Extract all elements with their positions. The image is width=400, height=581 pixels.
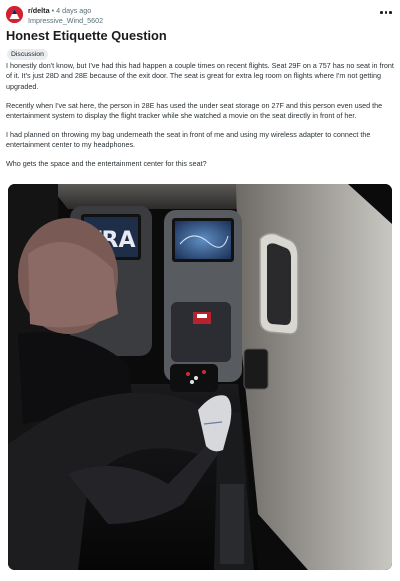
post-paragraph: I had planned on throwing my bag underne…	[6, 130, 371, 150]
post-title: Honest Etiquette Question	[6, 28, 167, 43]
post-body: I honestly don't know, but I've had this…	[6, 61, 396, 178]
post-paragraph: I honestly don't know, but I've had this…	[6, 61, 394, 91]
subreddit-avatar-icon[interactable]	[6, 6, 23, 23]
more-options-icon[interactable]	[380, 10, 392, 16]
post-header: r/delta • 4 days ago Impressive_Wind_560…	[6, 5, 394, 25]
post-paragraph: Recently when I've sat here, the person …	[6, 100, 383, 121]
subreddit-link[interactable]: r/delta	[28, 6, 50, 15]
meta-separator: •	[51, 6, 55, 15]
post-flair[interactable]: Discussion	[7, 49, 48, 60]
post-image[interactable]: TRA	[8, 184, 392, 570]
post-paragraph: Who gets the space and the entertainment…	[6, 159, 207, 169]
post-time: 4 days ago	[56, 6, 92, 15]
author-link[interactable]: Impressive_Wind_5602	[28, 16, 103, 25]
post-meta: r/delta • 4 days ago Impressive_Wind_560…	[28, 6, 103, 25]
cabin-photo: TRA	[8, 184, 392, 570]
